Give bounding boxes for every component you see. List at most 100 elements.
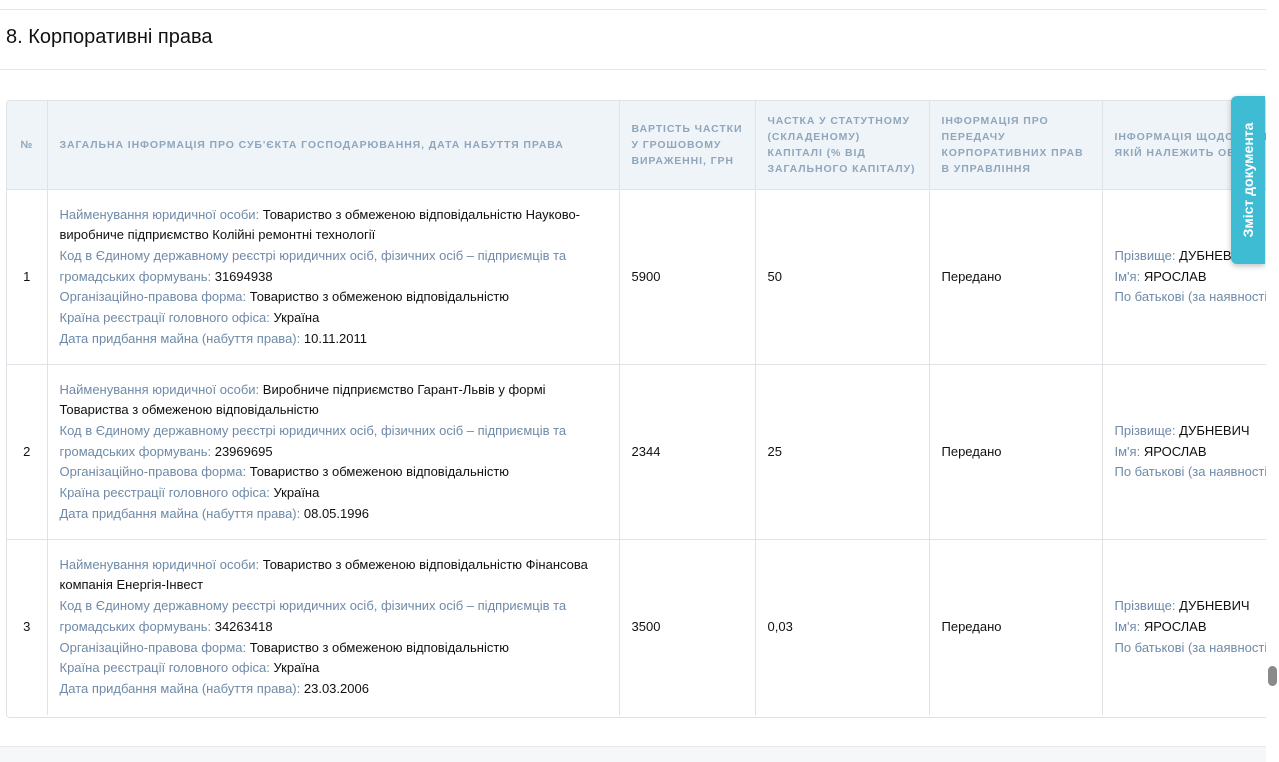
owner-first-name-value: ЯРОСЛАВ <box>1143 268 1207 284</box>
corporate-rights-table: № Загальна інформація про суб'єкта госпо… <box>7 101 1267 715</box>
owner-surname-value: ДУБНЕВИЧ <box>1179 422 1250 438</box>
entity-name: Найменування юридичної особи: Товариство… <box>60 555 607 596</box>
entity-registry-code: Код в Єдиному державному реєстрі юридичн… <box>60 421 607 462</box>
title-divider <box>0 69 1266 70</box>
share-value-cell: 5900 <box>619 189 756 365</box>
share-value-cell: 3500 <box>619 539 756 715</box>
acquisition-date: Дата придбання майна (набуття права): 10… <box>60 329 607 350</box>
owner-surname-value: ДУБНЕВИЧ <box>1179 598 1250 614</box>
header-capital-share: Частка у статутному (складеному) капітал… <box>755 101 930 190</box>
entity-name-label: Найменування юридичної особи: <box>59 381 260 397</box>
acquisition-date-value: 23.03.2006 <box>303 681 369 696</box>
row-number: 1 <box>7 189 48 365</box>
acquisition-date-value: 10.11.2011 <box>303 330 368 346</box>
owner-first-name: Ім'я: ЯРОСЛАВ <box>1115 442 1268 463</box>
page: 8. Корпоративні права № Загальна інформа… <box>0 0 1279 762</box>
acquisition-date: Дата придбання майна (набуття права): 23… <box>60 679 607 700</box>
acquisition-date: Дата придбання майна (набуття права): 08… <box>60 504 607 525</box>
entity-name-label: Найменування юридичної особи: <box>59 556 260 572</box>
entity-legal-form-label: Організаційно-правова форма: <box>59 639 247 655</box>
owner-surname: Прізвище: ДУБНЕВИЧ <box>1115 596 1268 617</box>
table-header-row: № Загальна інформація про суб'єкта госпо… <box>7 101 1267 190</box>
table-row: 3 Найменування юридичної особи: Товариств… <box>7 539 1268 715</box>
owner-surname-label: Прізвище: <box>1114 247 1176 263</box>
entity-name: Найменування юридичної особи: Товариство… <box>60 205 607 246</box>
entity-country-value: Україна <box>273 310 320 326</box>
acquisition-date-value: 08.05.1996 <box>303 505 369 521</box>
acquisition-date-label: Дата придбання майна (набуття права): <box>59 330 301 346</box>
corporate-rights-table-container: № Загальна інформація про суб'єкта госпо… <box>6 100 1267 718</box>
entity-legal-form-label: Організаційно-правова форма: <box>59 464 247 480</box>
entity-registry-code-value: 31694938 <box>214 268 273 284</box>
entity-country-value: Україна <box>273 485 320 501</box>
management-transfer-cell: Передано <box>929 539 1103 715</box>
owner-patronymic: По батькові (за наявності): ВАСИЛЬОВИЧ <box>1115 462 1268 483</box>
section-title: 8. Корпоративні права <box>6 26 213 48</box>
entity-country-value: Україна <box>273 660 320 676</box>
share-value-cell: 2344 <box>619 364 756 540</box>
document-contents-tab-label: Зміст документа <box>1240 122 1256 238</box>
row-number: 2 <box>7 364 48 540</box>
acquisition-date-label: Дата придбання майна (набуття права): <box>59 505 301 521</box>
owner-first-name-label: Ім'я: <box>1114 618 1141 634</box>
entity-country: Країна реєстрації головного офіса: Украї… <box>60 483 607 504</box>
entity-registry-code: Код в Єдиному державному реєстрі юридичн… <box>60 246 607 287</box>
table-row: 2 Найменування юридичної особи: Виробниче… <box>7 364 1268 540</box>
owner-first-name-value: ЯРОСЛАВ <box>1143 443 1207 459</box>
entity-country-label: Країна реєстрації головного офіса: <box>59 310 270 326</box>
entity-info-cell: Найменування юридичної особи: Виробниче … <box>47 364 620 540</box>
owner-surname: Прізвище: ДУБНЕВИЧ <box>1115 421 1268 442</box>
row-number: 3 <box>7 539 48 715</box>
owner-surname-label: Прізвище: <box>1114 422 1176 438</box>
owner-patronymic-label: По батькові (за наявності): <box>1114 639 1268 655</box>
top-divider <box>0 9 1266 10</box>
owner-first-name: Ім'я: ЯРОСЛАВ <box>1115 617 1268 638</box>
entity-country-label: Країна реєстрації головного офіса: <box>59 485 270 501</box>
entity-legal-form: Організаційно-правова форма: Товариство … <box>60 287 607 308</box>
owner-first-name-value: ЯРОСЛАВ <box>1143 618 1207 634</box>
owner-first-name-label: Ім'я: <box>1114 443 1141 459</box>
header-management-transfer: Інформація про передачу корпоративних пр… <box>929 101 1103 190</box>
table-row: 1 Найменування юридичної особи: Товариств… <box>7 189 1268 365</box>
management-transfer-cell: Передано <box>929 364 1103 540</box>
entity-registry-code-value: 34263418 <box>214 618 273 634</box>
owner-surname-label: Прізвище: <box>1114 598 1176 614</box>
header-number: № <box>7 101 48 190</box>
entity-name-label: Найменування юридичної особи: <box>59 206 260 222</box>
entity-legal-form: Організаційно-правова форма: Товариство … <box>60 462 607 483</box>
entity-registry-code: Код в Єдиному державному реєстрі юридичн… <box>60 596 607 637</box>
entity-registry-code-label: Код в Єдиному державному реєстрі юридичн… <box>59 598 567 634</box>
capital-share-cell: 50 <box>755 189 930 365</box>
entity-registry-code-label: Код в Єдиному державному реєстрі юридичн… <box>59 247 567 284</box>
owner-patronymic-label: По батькові (за наявності): <box>1114 464 1268 480</box>
acquisition-date-label: Дата придбання майна (набуття права): <box>59 681 301 696</box>
page-scrollbar[interactable] <box>1266 0 1279 762</box>
owner-patronymic-label: По батькові (за наявності): <box>1114 289 1268 305</box>
entity-country: Країна реєстрації головного офіса: Украї… <box>60 658 607 679</box>
owner-patronymic: По батькові (за наявності): ВАСИЛЬОВИЧ <box>1115 287 1268 308</box>
entity-country: Країна реєстрації головного офіса: Украї… <box>60 308 607 329</box>
document-contents-tab[interactable]: Зміст документа <box>1231 96 1265 264</box>
header-share-value: Вартість частки у грошовому вираженні, г… <box>619 101 756 190</box>
entity-legal-form-value: Товариство з обмеженою відповідальністю <box>249 464 510 480</box>
entity-legal-form-value: Товариство з обмеженою відповідальністю <box>249 289 510 305</box>
entity-country-label: Країна реєстрації головного офіса: <box>59 660 270 676</box>
entity-legal-form-value: Товариство з обмеженою відповідальністю <box>249 639 510 655</box>
capital-share-cell: 0,03 <box>755 539 930 715</box>
capital-share-cell: 25 <box>755 364 930 540</box>
owner-info-cell: Прізвище: ДУБНЕВИЧ Ім'я: ЯРОСЛАВ По батько… <box>1102 364 1268 540</box>
owner-patronymic: По батькові (за наявності): ВАСИЛЬОВИЧ <box>1115 638 1268 659</box>
owner-first-name-label: Ім'я: <box>1114 268 1141 284</box>
entity-registry-code-value: 23969695 <box>214 443 273 459</box>
entity-name: Найменування юридичної особи: Виробниче … <box>60 380 607 421</box>
owner-info-cell: Прізвище: ДУБНЕВИЧ Ім'я: ЯРОСЛАВ По батько… <box>1102 539 1268 715</box>
entity-legal-form-label: Організаційно-правова форма: <box>59 289 247 305</box>
owner-first-name: Ім'я: ЯРОСЛАВ <box>1115 267 1268 288</box>
management-transfer-cell: Передано <box>929 189 1103 365</box>
header-general-info: Загальна інформація про суб'єкта господа… <box>47 101 620 190</box>
entity-registry-code-label: Код в Єдиному державному реєстрі юридичн… <box>59 422 567 459</box>
entity-info-cell: Найменування юридичної особи: Товариство… <box>47 539 620 715</box>
entity-info-cell: Найменування юридичної особи: Товариство… <box>47 189 620 365</box>
bottom-section-divider <box>0 746 1266 762</box>
page-scrollbar-thumb[interactable] <box>1268 666 1277 686</box>
